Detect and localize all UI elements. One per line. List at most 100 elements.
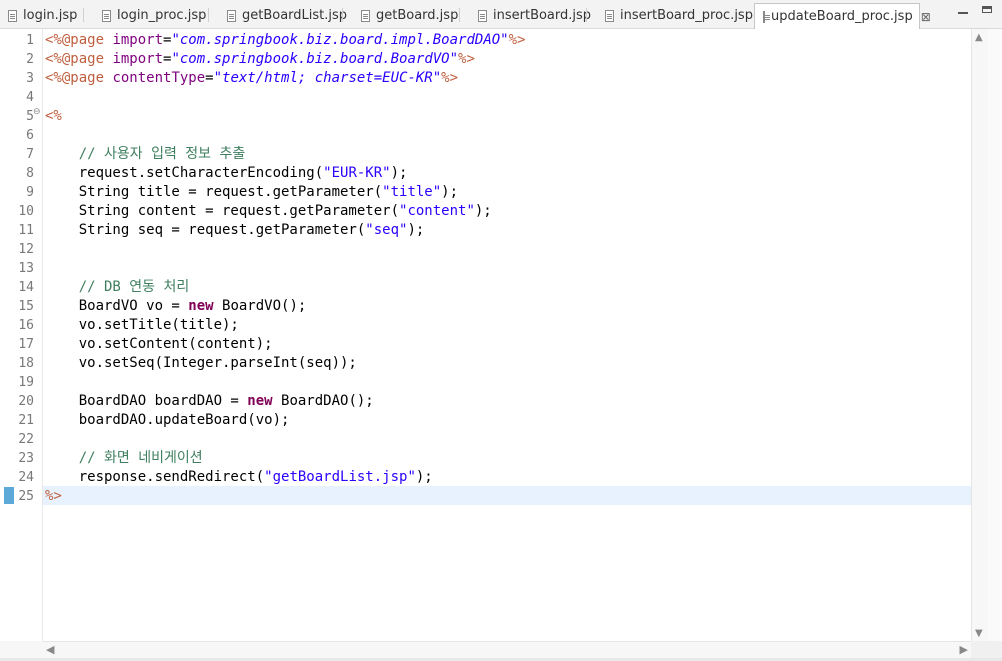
code-line-10: String content = request.getParameter("c… (45, 202, 525, 221)
line-number: 14 (18, 280, 34, 295)
gutter-divider (42, 29, 43, 641)
code-line-2: <%@page import="com.springbook.biz.board… (45, 50, 525, 69)
code-line-18: vo.setSeq(Integer.parseInt(seq)); (45, 355, 357, 371)
scroll-right-arrow-icon[interactable]: ▶ (960, 643, 968, 656)
line-number: 21 (18, 413, 34, 428)
code-line-3: <%@page contentType="text/html; charset=… (45, 69, 525, 88)
tab-insertboard-jsp[interactable]: insertBoard.jsp (478, 3, 591, 28)
line-number: 11 (18, 223, 34, 238)
tab-getboard-jsp[interactable]: getBoard.jsp (361, 3, 458, 28)
attribute-value: "com.springbook.biz.board.impl.BoardDAO" (171, 32, 509, 48)
code-line-16: vo.setTitle(title); (45, 317, 239, 333)
scroll-left-arrow-icon[interactable]: ◀ (46, 643, 54, 656)
line-number: 20 (18, 394, 34, 409)
code-line-9: String title = request.getParameter("tit… (45, 183, 525, 202)
code-line-8: request.setCharacterEncoding("EUR-KR"); (45, 164, 525, 183)
maximize-icon[interactable] (982, 6, 992, 13)
code-line-7: // 사용자 입력 정보 추출 (45, 146, 246, 162)
line-number: 25 (18, 489, 34, 504)
code-text: BoardVO(); (213, 298, 307, 314)
line-number: 9 (26, 185, 34, 200)
line-number: 6 (26, 128, 34, 143)
line-number: 10 (18, 204, 34, 219)
jsp-file-icon (763, 10, 770, 23)
line-number: 4 (26, 90, 34, 105)
line-number: 3 (26, 71, 34, 86)
string-literal: "seq" (365, 222, 408, 238)
jsp-file-icon (605, 9, 614, 22)
code-text: String seq = request.getParameter( (45, 222, 366, 238)
code-line-11: String seq = request.getParameter("seq")… (45, 221, 525, 240)
code-line-17: vo.setContent(content); (45, 336, 273, 352)
jsp-directive-open: <%@page (45, 32, 113, 48)
close-tab-icon[interactable]: ⊠ (921, 10, 931, 24)
tab-updateboard-proc-jsp[interactable]: updateBoard_proc.jsp ⊠ (754, 3, 931, 29)
attribute-value: "com.springbook.biz.board.BoardVO" (171, 51, 459, 67)
tab-separator (342, 8, 343, 22)
scroll-up-arrow-icon[interactable]: ▲ (975, 32, 983, 43)
attribute-value: "text/html; charset=EUC-KR" (213, 70, 442, 86)
tab-label: getBoardList.jsp (242, 8, 348, 23)
code-editor[interactable]: <%@page import = "com.springbook.biz.board… (45, 31, 525, 506)
line-number: 23 (18, 451, 34, 466)
line-number: 16 (18, 318, 34, 333)
jsp-file-icon (361, 9, 370, 22)
fold-collapse-icon[interactable]: ⊖ (33, 107, 41, 117)
minimize-icon[interactable] (958, 6, 968, 14)
equals: = (205, 70, 214, 86)
vertical-scrollbar[interactable]: ▲ ▼ (971, 29, 988, 641)
line-number: 22 (18, 432, 34, 447)
line-number: 7 (26, 147, 34, 162)
string-literal: "EUR-KR" (323, 165, 391, 181)
string-literal: "title" (382, 184, 442, 200)
scroll-down-arrow-icon[interactable]: ▼ (975, 628, 983, 639)
tab-label: login_proc.jsp (117, 8, 207, 23)
tab-login-proc-jsp[interactable]: login_proc.jsp (102, 3, 206, 28)
code-text: ); (407, 222, 425, 238)
jsp-file-icon (8, 9, 17, 22)
code-line-15: BoardVO vo = new BoardVO(); (45, 297, 525, 316)
code-line-21: boardDAO.updateBoard(vo); (45, 412, 290, 428)
string-literal: "content" (399, 203, 475, 219)
jsp-directive-open: <%@page (45, 70, 113, 86)
line-number: 24 (18, 470, 34, 485)
keyword: new (247, 393, 273, 409)
tab-insertboard-proc-jsp[interactable]: insertBoard_proc.jsp (605, 3, 753, 28)
line-number: 2 (26, 52, 34, 67)
overview-ruler (988, 29, 1002, 641)
horizontal-scrollbar[interactable]: ◀ ▶ (43, 641, 971, 658)
code-text: ); (474, 203, 492, 219)
editor-tab-bar: login.jsp login_proc.jsp getBoardList.js… (0, 0, 1002, 29)
tab-label: login.jsp (23, 8, 78, 23)
tab-getboardlist-jsp[interactable]: getBoardList.jsp (227, 3, 347, 28)
jsp-file-icon (227, 9, 236, 22)
tab-separator (586, 8, 587, 22)
code-line-20: BoardDAO boardDAO = new BoardDAO(); (45, 392, 525, 411)
tab-separator (459, 8, 460, 22)
tab-label: getBoard.jsp (376, 8, 459, 23)
tab-label: insertBoard_proc.jsp (620, 8, 753, 23)
line-number: 19 (18, 375, 34, 390)
attribute-name: contentType (112, 70, 206, 86)
code-text: BoardDAO(); (272, 393, 374, 409)
tab-login-jsp[interactable]: login.jsp (8, 3, 77, 28)
jsp-directive-close: %> (458, 51, 475, 67)
code-text: BoardVO vo = (45, 298, 189, 314)
tab-label: insertBoard.jsp (493, 8, 592, 23)
attribute-name: import (112, 51, 164, 67)
line-number: 1 (26, 33, 34, 48)
jsp-directive-open: <%@page (45, 51, 113, 67)
line-number: 15 (18, 299, 34, 314)
attribute-name: import (112, 32, 164, 48)
tab-label: updateBoard_proc.jsp (771, 9, 913, 24)
code-line-23: // 화면 네비게이션 (45, 450, 203, 466)
code-text: response.sendRedirect( (45, 469, 265, 485)
line-number: 5 (26, 109, 34, 124)
code-text: ); (441, 184, 459, 200)
